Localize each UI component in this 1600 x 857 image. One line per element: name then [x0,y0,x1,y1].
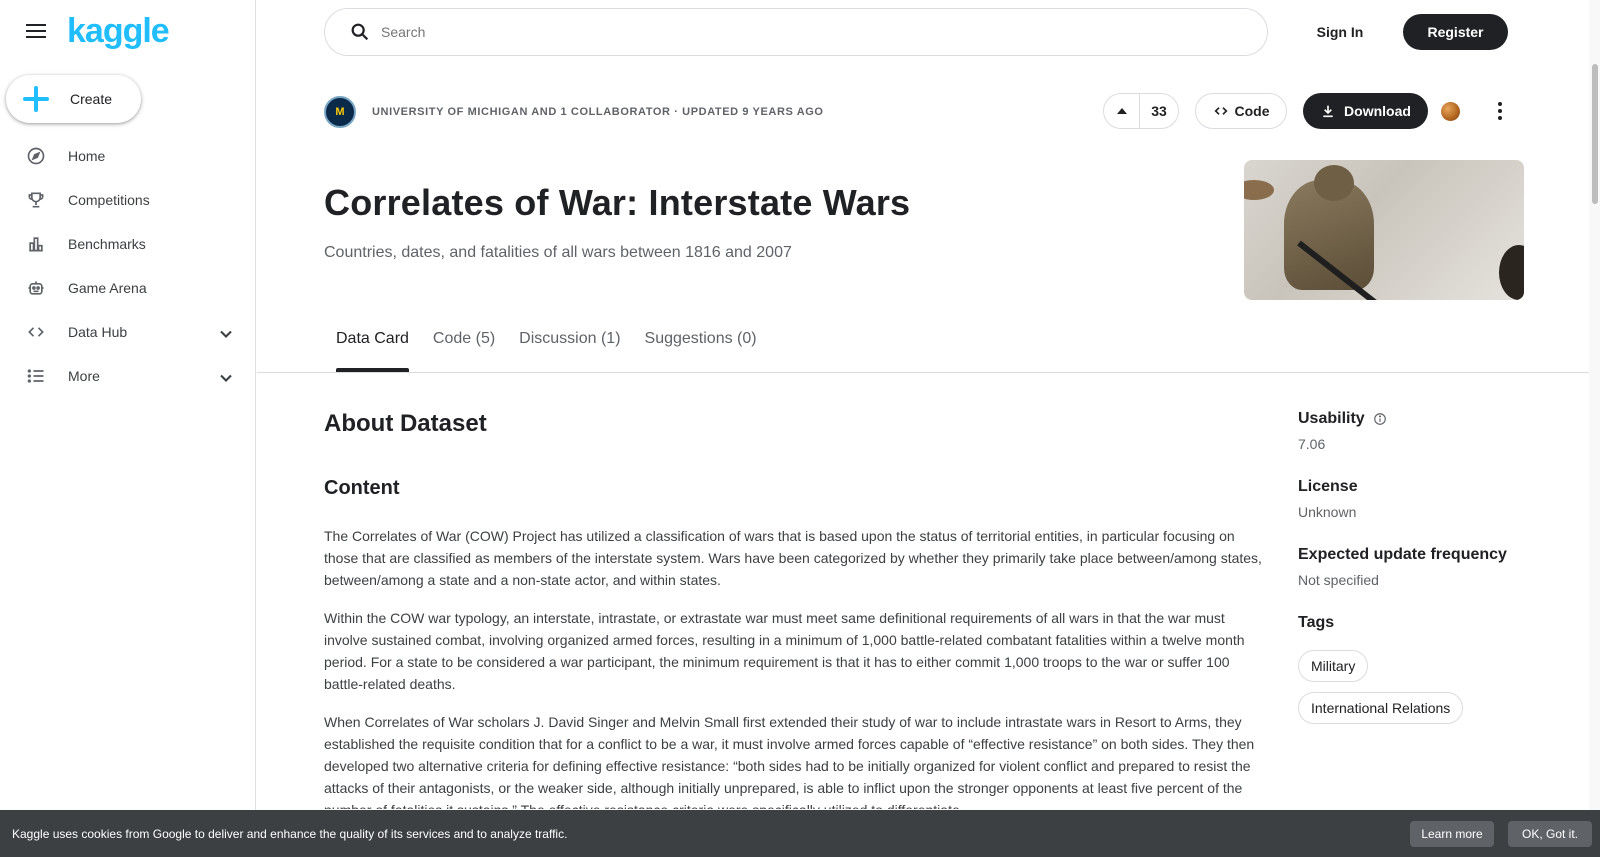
create-button[interactable]: Create [6,75,141,123]
create-label: Create [70,91,113,107]
compass-icon [27,147,45,165]
content-heading: Content [324,477,400,499]
sidebar-item-more[interactable]: More [0,354,256,398]
sidebar-item-data-hub[interactable]: Data Hub [0,310,256,354]
vote-control: 33 [1103,93,1179,129]
license-value: Unknown [1298,504,1357,520]
sidebar: kaggle Create Home Competitions Benchmar… [0,0,256,857]
sidebar-item-label: Game Arena [68,280,147,296]
description-paragraph: When Correlates of War scholars J. David… [324,714,1255,809]
arrow-up-icon [1116,108,1127,114]
cookie-text: Kaggle uses cookies from Google to deliv… [12,826,568,841]
chevron-down-icon[interactable] [216,368,236,388]
license-section: License Unknown [1298,478,1558,520]
tag-military[interactable]: Military [1298,650,1369,682]
search-icon [351,23,369,41]
code-icon [1213,107,1228,115]
search-input[interactable] [381,24,1181,40]
tab-data-card[interactable]: Data Card [336,330,409,372]
hamburger-menu-icon[interactable] [22,20,50,44]
usability-label: Usability [1298,410,1365,427]
license-label: License [1298,478,1358,495]
robot-icon [28,281,44,295]
update-frequency-section: Expected update frequency Not specified [1298,546,1558,588]
description-paragraph: The Correlates of War (COW) Project has … [324,528,1262,588]
sidebar-nav: Home Competitions Benchmarks Game Arena … [0,134,256,398]
trophy-icon [28,192,44,208]
scrollbar-thumb[interactable] [1592,64,1598,204]
sidebar-item-benchmarks[interactable]: Benchmarks [0,222,256,266]
tab-code[interactable]: Code (5) [433,330,495,372]
sidebar-item-label: Competitions [68,192,150,208]
cookie-banner: Kaggle uses cookies from Google to deliv… [0,810,1600,857]
code-button-label: Code [1234,103,1270,119]
sign-in-button[interactable]: Sign In [1300,14,1380,50]
org-avatar[interactable]: M [324,96,356,128]
page-title: Correlates of War: Interstate Wars [324,182,911,223]
usability-value: 7.06 [1298,436,1326,452]
about-heading: About Dataset [324,410,487,437]
update-frequency-label: Expected update frequency [1298,546,1507,563]
code-button[interactable]: Code [1195,93,1287,129]
tags-section: Tags [1298,614,1558,632]
learn-more-button[interactable]: Learn more [1410,821,1494,847]
usability-section: Usability 7.06 [1298,410,1558,452]
update-frequency-value: Not specified [1298,572,1379,588]
sidebar-item-competitions[interactable]: Competitions [0,178,256,222]
description-paragraph: Within the COW war typology, an intersta… [324,610,1245,692]
page-subtitle: Countries, dates, and fatalities of all … [324,244,792,261]
register-button[interactable]: Register [1403,14,1508,50]
download-button[interactable]: Download [1303,93,1428,129]
tabs-divider [257,372,1589,373]
upvote-button[interactable] [1104,94,1140,128]
more-options-icon[interactable] [1490,97,1510,125]
tab-bar: Data Card Code (5) Discussion (1) Sugges… [336,330,757,372]
ok-got-it-button[interactable]: OK, Got it. [1508,821,1592,847]
dataset-cover-image [1244,160,1524,300]
tags-label: Tags [1298,614,1335,631]
download-icon [1323,105,1333,118]
bronze-medal-icon[interactable] [1441,102,1460,121]
plus-icon [23,86,49,112]
sidebar-item-game-arena[interactable]: Game Arena [0,266,256,310]
download-button-label: Download [1344,103,1411,119]
code-icon [28,327,44,337]
tab-suggestions[interactable]: Suggestions (0) [645,330,757,372]
upvote-count: 33 [1151,103,1167,119]
org-avatar-text: M [335,106,345,118]
info-icon[interactable] [1373,412,1387,426]
list-icon [27,369,44,383]
sidebar-item-label: More [68,368,100,384]
bar-chart-icon [29,237,43,252]
sidebar-item-label: Home [68,148,106,164]
search-bar[interactable] [324,8,1268,56]
sidebar-item-home[interactable]: Home [0,134,256,178]
chevron-down-icon[interactable] [216,324,236,344]
owner-line: UNIVERSITY OF MICHIGAN AND 1 COLLABORATO… [372,106,824,118]
tab-discussion[interactable]: Discussion (1) [519,330,620,372]
sidebar-item-label: Data Hub [68,324,128,340]
kaggle-logo[interactable]: kaggle [67,12,170,51]
tag-international-relations[interactable]: International Relations [1298,692,1464,724]
sidebar-item-label: Benchmarks [68,236,146,252]
